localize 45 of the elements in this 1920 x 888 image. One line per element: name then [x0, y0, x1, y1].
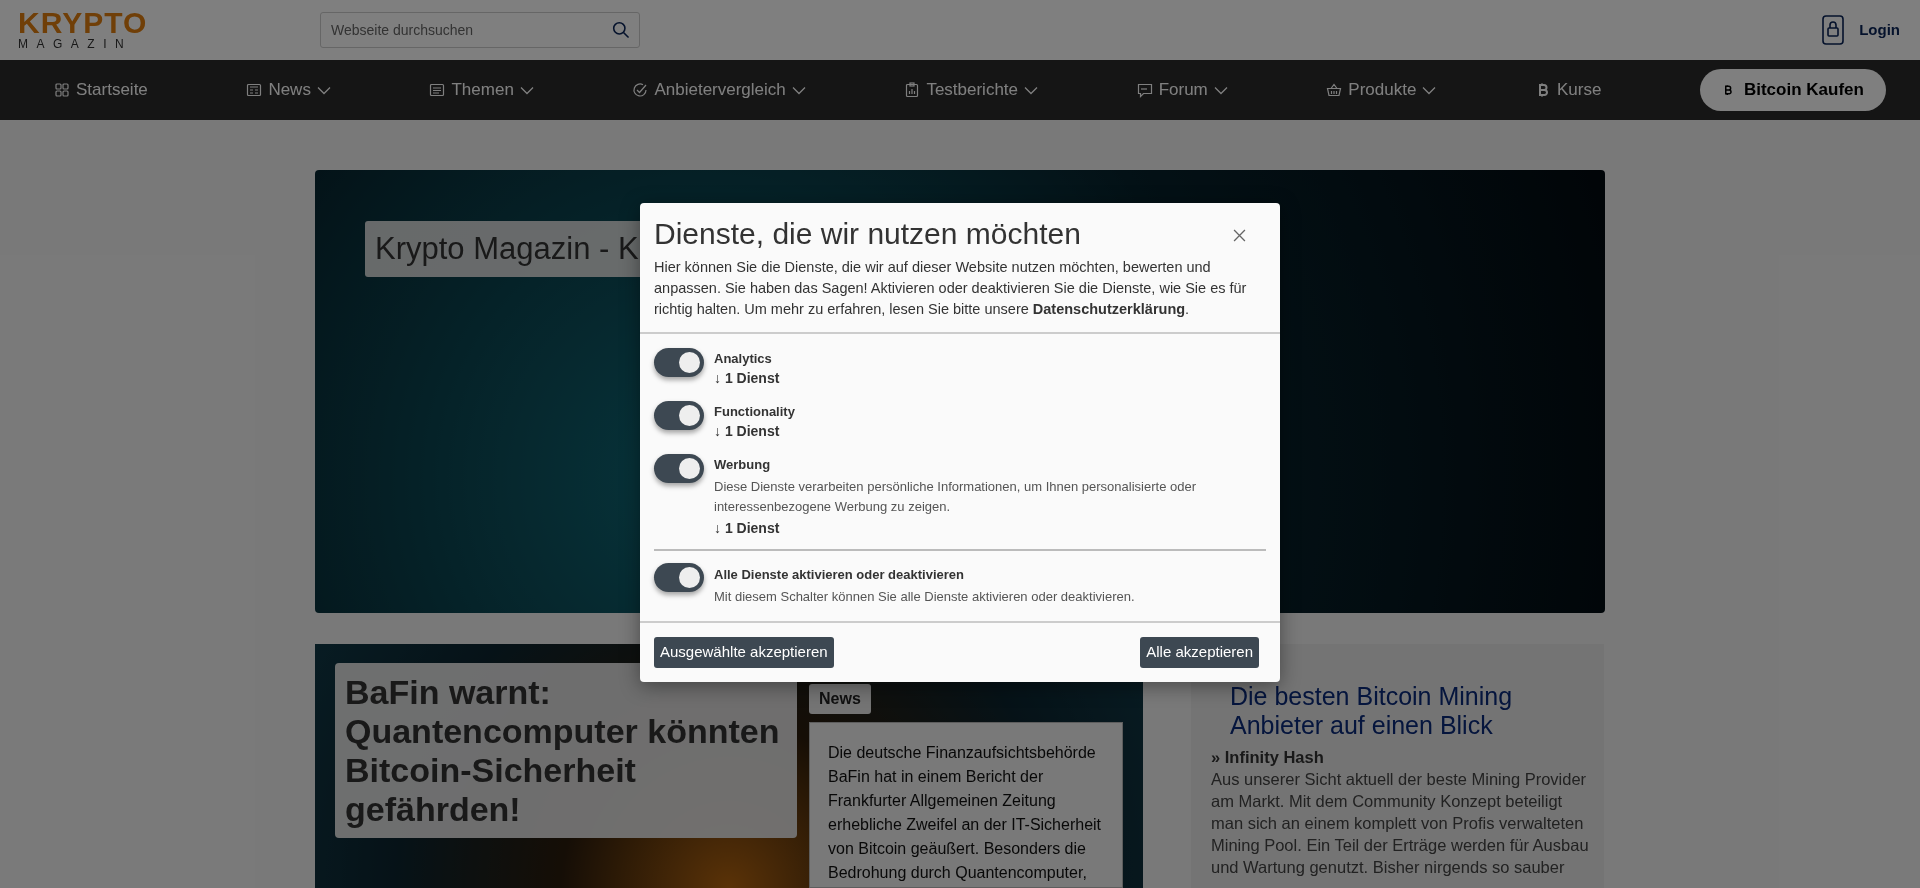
basket-icon: [1326, 82, 1343, 98]
toggle-switch[interactable]: [654, 454, 704, 483]
list-icon: [429, 82, 446, 98]
logo[interactable]: KRYPTO MAGAZIN: [18, 9, 143, 51]
category-tag[interactable]: News: [809, 684, 871, 714]
service-name: Functionality: [714, 404, 795, 420]
grid-icon: [54, 82, 70, 98]
service-count[interactable]: ↓ 1 Dienst: [714, 369, 780, 387]
accept-all-button[interactable]: Alle akzeptieren: [1140, 637, 1259, 668]
service-description: Diese Dienste verarbeiten persönliche Informationen, um Ihnen personalisierte oder interessenbezogene Werbung zu zeigen.: [714, 478, 1197, 516]
toggle-switch[interactable]: [654, 348, 704, 377]
clipboard-chart-icon: [904, 82, 921, 98]
article-title[interactable]: BaFin warnt: Quantencomputer könnten Bitcoin-Sicherheit gefährden!: [335, 663, 797, 838]
toggle-switch[interactable]: [654, 563, 704, 592]
check-circle-icon: [632, 82, 649, 98]
toggle-switch[interactable]: [654, 401, 704, 430]
service-name: Werbung: [714, 457, 772, 473]
nav-link[interactable]: Themen: [429, 77, 534, 103]
service-count[interactable]: ↓ 1 Dienst: [714, 422, 795, 440]
newspaper-icon: [246, 82, 263, 98]
nav-link[interactable]: Anbietervergleich: [632, 77, 806, 103]
nav-link[interactable]: Startseite: [54, 77, 148, 103]
nav-link[interactable]: Testberichte: [904, 77, 1039, 103]
nav-link[interactable]: News: [246, 77, 331, 103]
chat-icon: [1136, 82, 1153, 98]
service-name: Analytics: [714, 351, 773, 367]
login-link[interactable]: Login: [1859, 18, 1900, 42]
nav-link[interactable]: Kurse: [1534, 77, 1602, 103]
bitcoin-kaufen-button[interactable]: Bitcoin Kaufen: [1699, 69, 1886, 111]
search-icon[interactable]: [612, 21, 630, 39]
lock-icon[interactable]: [1822, 15, 1845, 45]
service-description: Mit diesem Schalter können Sie alle Dienste aktivieren oder deaktivieren.: [714, 588, 1135, 606]
accept-selected-button[interactable]: Ausgewählte akzeptieren: [654, 637, 834, 668]
entry-title[interactable]: » Infinity Hash: [1211, 746, 1596, 768]
dialog-intro: Hier können Sie die Dienste, die wir auf dieser Website nutzen möchten, bewerten und anpassen. Sie haben das Sagen! Aktivieren oder deaktivieren Sie die Dienste, wie Sie es für richtig halten. Um mehr zu erfahren, lesen Sie bitte unsere Datenschutzerklärung.: [654, 258, 1248, 319]
nav-link[interactable]: Produkte: [1326, 77, 1437, 103]
service-count[interactable]: ↓ 1 Dienst: [714, 519, 1234, 537]
search-field[interactable]: Webseite durchsuchen: [320, 12, 640, 48]
close-icon[interactable]: [1233, 229, 1246, 242]
service-name: Alle Dienste aktivieren oder deaktivieren: [714, 567, 965, 583]
sidebar-title[interactable]: Die besten Bitcoin Mining Anbieter auf einen Blick: [1211, 682, 1596, 740]
article-excerpt: Die deutsche Finanzaufsichtsbehörde BaFin hat in einem Bericht der Frankfurter Allgemeinen Zeitung erhebliche Zweifel an der IT-Sicherheit von Bitcoin geäußert. Besonders die Bedrohung durch Quantencomputer,: [809, 722, 1123, 888]
dialog-title: Dienste, die wir nutzen möchten: [654, 216, 1081, 252]
entry-text: Aus unserer Sicht aktuell der beste Mining Provider am Markt. Mit dem Community Konzept beteiligt man sich an einem komplett von Profis verwalteten Mining Pool. Ein Teil der Erträge werden für Ausbau und Wartung genutzt. Bisher nirgends so sauber: [1211, 769, 1590, 878]
nav-link[interactable]: Forum: [1136, 77, 1228, 103]
